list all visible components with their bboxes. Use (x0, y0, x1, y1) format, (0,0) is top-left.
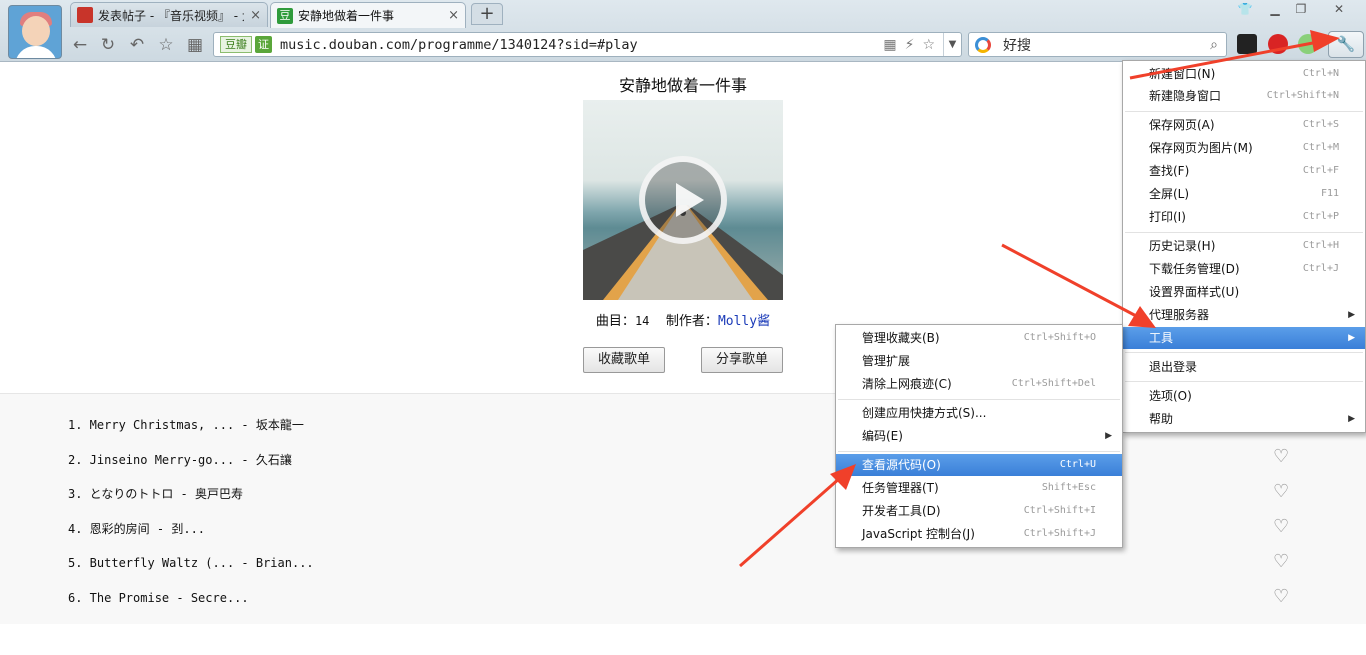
menu-item-proxy[interactable]: 代理服务器 ▶ (1123, 304, 1365, 326)
submenu-arrow-icon: ▶ (1105, 431, 1112, 441)
restore-icon[interactable]: ❐ (1288, 0, 1314, 18)
share-playlist-button[interactable]: 分享歌单 (701, 347, 783, 373)
track-item[interactable]: 1. Merry Christmas, ... - 坂本龍一 (68, 416, 304, 433)
menu-item-new-incognito[interactable]: 新建隐身窗口 Ctrl+Shift+N (1123, 85, 1365, 107)
lightning-icon[interactable]: ⚡ (905, 37, 915, 53)
tools-submenu: 管理收藏夹(B) Ctrl+Shift+O 管理扩展 清除上网痕迹(C) Ctrl+… (835, 324, 1123, 548)
avatar-face (22, 16, 50, 46)
tab-close-icon[interactable]: × (448, 8, 459, 23)
menu-separator (1125, 381, 1363, 382)
wrench-menu: 新建窗口(N) Ctrl+N 新建隐身窗口 Ctrl+Shift+N 保存网页(A)… (1122, 60, 1366, 433)
menu-item-view-source[interactable]: 查看源代码(O) Ctrl+U (836, 454, 1122, 476)
menu-item-fullscreen[interactable]: 全屏(L) F11 (1123, 183, 1365, 205)
wrench-menu-button[interactable]: 🔧 (1328, 31, 1364, 58)
tab-close-icon[interactable]: × (250, 8, 261, 23)
new-tab-button[interactable]: + (471, 3, 503, 25)
extension-green-icon[interactable] (1298, 34, 1318, 54)
menu-separator (838, 451, 1120, 452)
menu-item-save-page[interactable]: 保存网页(A) Ctrl+S (1123, 114, 1365, 136)
menu-item-create-shortcut[interactable]: 创建应用快捷方式(S)... (836, 402, 1122, 424)
menu-item-task-manager[interactable]: 任务管理器(T) Shift+Esc (836, 477, 1122, 499)
extension-adblock-icon[interactable] (1268, 34, 1288, 54)
browser-chrome: 发表帖子 - 『音乐视频』 - 大 × 豆 安静地做着一件事 × + 👕 ▁ ❐… (0, 0, 1366, 62)
menu-item-tools[interactable]: 工具 ▶ (1123, 327, 1365, 349)
menu-item-print[interactable]: 打印(I) Ctrl+P (1123, 206, 1365, 228)
menu-separator (1125, 232, 1363, 233)
track-item[interactable]: 3. となりのトトロ - 奥戸巴寿 (68, 485, 243, 502)
submenu-arrow-icon: ▶ (1348, 310, 1355, 320)
search-engine-icon[interactable] (975, 36, 991, 53)
user-avatar[interactable] (8, 5, 62, 59)
undo-close-icon[interactable]: ↶ (125, 33, 149, 57)
forum-favicon-icon (77, 7, 93, 23)
menu-item-developer-tools[interactable]: 开发者工具(D) Ctrl+Shift+I (836, 500, 1122, 522)
apps-grid-icon[interactable]: ▦ (183, 33, 207, 57)
certificate-badge[interactable]: 证 (255, 36, 272, 53)
reload-icon[interactable]: ↻ (96, 33, 120, 57)
heart-icon[interactable]: ♡ (1273, 483, 1293, 501)
qr-code-icon[interactable]: ▦ (883, 37, 896, 53)
search-box[interactable]: 好搜 ⌕ (968, 32, 1227, 57)
heart-icon[interactable]: ♡ (1273, 448, 1293, 466)
tracks-count: 14 (634, 314, 650, 328)
tab-post-thread[interactable]: 发表帖子 - 『音乐视频』 - 大 × (70, 2, 268, 27)
menu-item-js-console[interactable]: JavaScript 控制台(J) Ctrl+Shift+J (836, 523, 1122, 545)
menu-separator (838, 399, 1120, 400)
address-bar[interactable]: 豆瓣 证 music.douban.com/programme/1340124?… (213, 32, 962, 57)
menu-item-logout[interactable]: 退出登录 (1123, 356, 1365, 378)
bookmark-star-icon[interactable]: ☆ (922, 37, 935, 53)
play-icon (676, 183, 704, 217)
favorite-star-icon[interactable]: ☆ (154, 33, 178, 57)
track-item[interactable]: 4. 恩彩的房间 - 刭... (68, 520, 205, 537)
skin-icon[interactable]: 👕 (1232, 0, 1258, 18)
menu-item-clear-history[interactable]: 清除上网痕迹(C) Ctrl+Shift+Del (836, 373, 1122, 395)
tab-title: 安静地做着一件事 (298, 9, 395, 23)
menu-item-help[interactable]: 帮助 ▶ (1123, 408, 1365, 430)
submenu-arrow-icon: ▶ (1348, 333, 1355, 343)
album-cover[interactable] (583, 100, 783, 300)
heart-icon[interactable]: ♡ (1273, 553, 1293, 571)
menu-item-manage-bookmarks[interactable]: 管理收藏夹(B) Ctrl+Shift+O (836, 327, 1122, 349)
search-engine-label[interactable]: 好搜 (1003, 35, 1210, 55)
menu-separator (1125, 352, 1363, 353)
tab-douban-programme[interactable]: 豆 安静地做着一件事 × (270, 2, 466, 28)
track-item[interactable]: 2. Jinseino Merry-go... - 久石讓 (68, 451, 292, 468)
track-item[interactable]: 6. The Promise - Secre... (68, 591, 249, 605)
extension-mask-icon[interactable] (1237, 34, 1257, 54)
minimize-icon[interactable]: ▁ (1262, 0, 1288, 18)
menu-item-history[interactable]: 历史记录(H) Ctrl+H (1123, 235, 1365, 257)
menu-item-encoding[interactable]: 编码(E) ▶ (836, 425, 1122, 447)
collect-playlist-button[interactable]: 收藏歌单 (583, 347, 665, 373)
creator-link[interactable]: Molly酱 (718, 314, 770, 329)
menu-item-new-window[interactable]: 新建窗口(N) Ctrl+N (1123, 63, 1365, 85)
menu-item-ui-style[interactable]: 设置界面样式(U) (1123, 281, 1365, 303)
menu-item-save-as-image[interactable]: 保存网页为图片(M) Ctrl+M (1123, 137, 1365, 159)
menu-separator (1125, 111, 1363, 112)
menu-item-downloads[interactable]: 下载任务管理(D) Ctrl+J (1123, 258, 1365, 280)
tracks-label: 曲目： (595, 314, 635, 329)
tab-title: 发表帖子 - 『音乐视频』 - 大 (98, 8, 245, 23)
menu-item-options[interactable]: 选项(O) (1123, 385, 1365, 407)
heart-icon[interactable]: ♡ (1273, 588, 1293, 606)
url-text[interactable]: music.douban.com/programme/1340124?sid=#… (280, 37, 883, 53)
search-icon[interactable]: ⌕ (1210, 37, 1218, 53)
track-item[interactable]: 5. Butterfly Waltz (... - Brian... (68, 556, 314, 570)
menu-item-find[interactable]: 查找(F) Ctrl+F (1123, 160, 1365, 182)
play-button[interactable] (639, 156, 727, 244)
address-dropdown-icon[interactable]: ▼ (943, 33, 961, 56)
submenu-arrow-icon: ▶ (1348, 414, 1355, 424)
heart-icon[interactable]: ♡ (1273, 518, 1293, 536)
back-icon[interactable]: ← (68, 33, 92, 57)
creator-label: 制作者： (665, 314, 718, 329)
douban-favicon-icon: 豆 (277, 7, 293, 24)
close-window-icon[interactable]: ✕ (1326, 0, 1352, 18)
douban-badge[interactable]: 豆瓣 (220, 36, 252, 53)
avatar-body (15, 46, 57, 58)
menu-item-manage-extensions[interactable]: 管理扩展 (836, 350, 1122, 372)
